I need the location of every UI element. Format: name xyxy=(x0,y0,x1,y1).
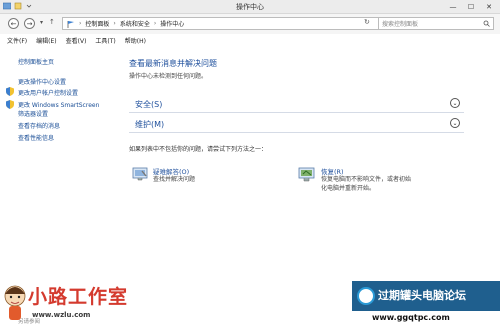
sidebar-item-control-panel-home[interactable]: 控制面板主页 xyxy=(18,57,54,66)
maximize-button[interactable]: ☐ xyxy=(462,0,480,13)
troubleshooting-option[interactable]: 疑难解答(O) 查找并解决问题 xyxy=(132,165,242,195)
expand-chevron-icon[interactable]: ⌄ xyxy=(450,118,460,128)
refresh-icon[interactable]: ↻ xyxy=(364,18,370,26)
cartoon-mascot-icon xyxy=(4,285,26,320)
forward-arrow-icon: → xyxy=(26,19,33,28)
address-bar[interactable]: › 控制面板 › 系统和安全 › 操作中心 xyxy=(62,17,382,30)
sidebar-item-performance-info[interactable]: 查看性能信息 xyxy=(18,133,54,142)
recovery-description-line1: 恢复电脑而不影响文件，或者初始 xyxy=(321,176,412,183)
breadcrumb-action-center[interactable]: 操作中心 xyxy=(160,19,184,28)
status-message: 操作中心未检测到任何问题。 xyxy=(129,73,208,80)
forum-logo-icon xyxy=(357,287,375,305)
expand-chevron-icon[interactable]: ⌄ xyxy=(450,98,460,108)
menu-file[interactable]: 文件(F) xyxy=(7,36,27,45)
up-arrow-icon[interactable]: ↑ xyxy=(49,18,55,26)
back-arrow-icon: ← xyxy=(10,19,17,28)
recovery-description-line2: 化电脑并重新开始。 xyxy=(321,185,376,192)
watermark-right-url: www.ggqtpc.com xyxy=(372,313,450,322)
forward-button[interactable]: → xyxy=(24,18,35,29)
sidebar-item-archived-messages[interactable]: 查看存档的消息 xyxy=(18,121,60,130)
section-maintenance-label: 维护(M) xyxy=(135,120,165,129)
troubleshooting-description: 查找并解决问题 xyxy=(153,176,196,183)
sidebar-item-smartscreen-line2[interactable]: 筛选器设置 xyxy=(18,109,48,118)
breadcrumb-separator-icon: › xyxy=(113,20,116,27)
search-placeholder: 搜索控制面板 xyxy=(382,21,419,28)
search-input[interactable]: 搜索控制面板 xyxy=(378,17,494,30)
help-prompt: 如果列表中不包括你的问题，请尝试下列方法之一： xyxy=(129,146,268,153)
breadcrumb-separator-icon: › xyxy=(153,20,157,27)
breadcrumb-system-security[interactable]: 系统和安全 xyxy=(120,19,150,28)
watermark-left-title: 小路工作室 xyxy=(28,286,129,308)
sidebar-item-smartscreen[interactable]: 更改 Windows SmartScreen xyxy=(18,100,99,109)
control-panel-flag-icon xyxy=(67,20,74,28)
breadcrumb-control-panel[interactable]: 控制面板 xyxy=(85,19,109,28)
sidebar-item-action-center-settings[interactable]: 更改操作中心设置 xyxy=(18,77,66,86)
watermark-left: 小路工作室 www.wzlu.com xyxy=(0,282,170,332)
search-icon[interactable] xyxy=(483,20,490,27)
page-title: 查看最新消息并解决问题 xyxy=(129,59,217,68)
recovery-option[interactable]: 恢复(R) 恢复电脑而不影响文件，或者初始 化电脑并重新开始。 xyxy=(298,165,468,201)
menu-help[interactable]: 帮助(H) xyxy=(125,36,146,45)
watermark-right-title: 过期罐头电脑论坛 xyxy=(378,289,466,302)
watermark-right-banner: 过期罐头电脑论坛 xyxy=(352,281,500,311)
section-security-label: 安全(S) xyxy=(135,100,163,109)
address-toolbar: ← → ▾ ↑ › 控制面板 › 系统和安全 › 操作中心 ↻ 搜索控制面板 xyxy=(0,14,500,34)
menu-view[interactable]: 查看(V) xyxy=(66,36,87,45)
recent-locations-chevron-icon[interactable]: ▾ xyxy=(40,19,43,26)
title-bar: 操作中心 — ☐ ✕ xyxy=(0,0,500,14)
window-title: 操作中心 xyxy=(236,3,264,11)
watermark-left-url: www.wzlu.com xyxy=(32,311,91,319)
window-controls: — ☐ ✕ xyxy=(444,0,498,13)
back-button[interactable]: ← xyxy=(8,18,19,29)
uac-shield-icon xyxy=(6,87,14,96)
menu-tools[interactable]: 工具(T) xyxy=(95,36,115,45)
menu-bar: 文件(F) 编辑(E) 查看(V) 工具(T) 帮助(H) xyxy=(0,34,500,46)
close-button[interactable]: ✕ xyxy=(480,0,498,13)
minimize-button[interactable]: — xyxy=(444,0,462,13)
sidebar-item-uac-settings[interactable]: 更改用户帐户控制设置 xyxy=(18,88,78,97)
breadcrumb-separator-icon: › xyxy=(79,20,82,27)
smartscreen-shield-icon xyxy=(6,100,14,109)
troubleshooting-icon xyxy=(132,167,148,181)
recovery-icon xyxy=(298,167,315,182)
section-security[interactable]: 安全(S) ⌄ xyxy=(129,94,464,113)
section-maintenance[interactable]: 维护(M) ⌄ xyxy=(129,114,464,133)
menu-edit[interactable]: 编辑(E) xyxy=(36,36,56,45)
